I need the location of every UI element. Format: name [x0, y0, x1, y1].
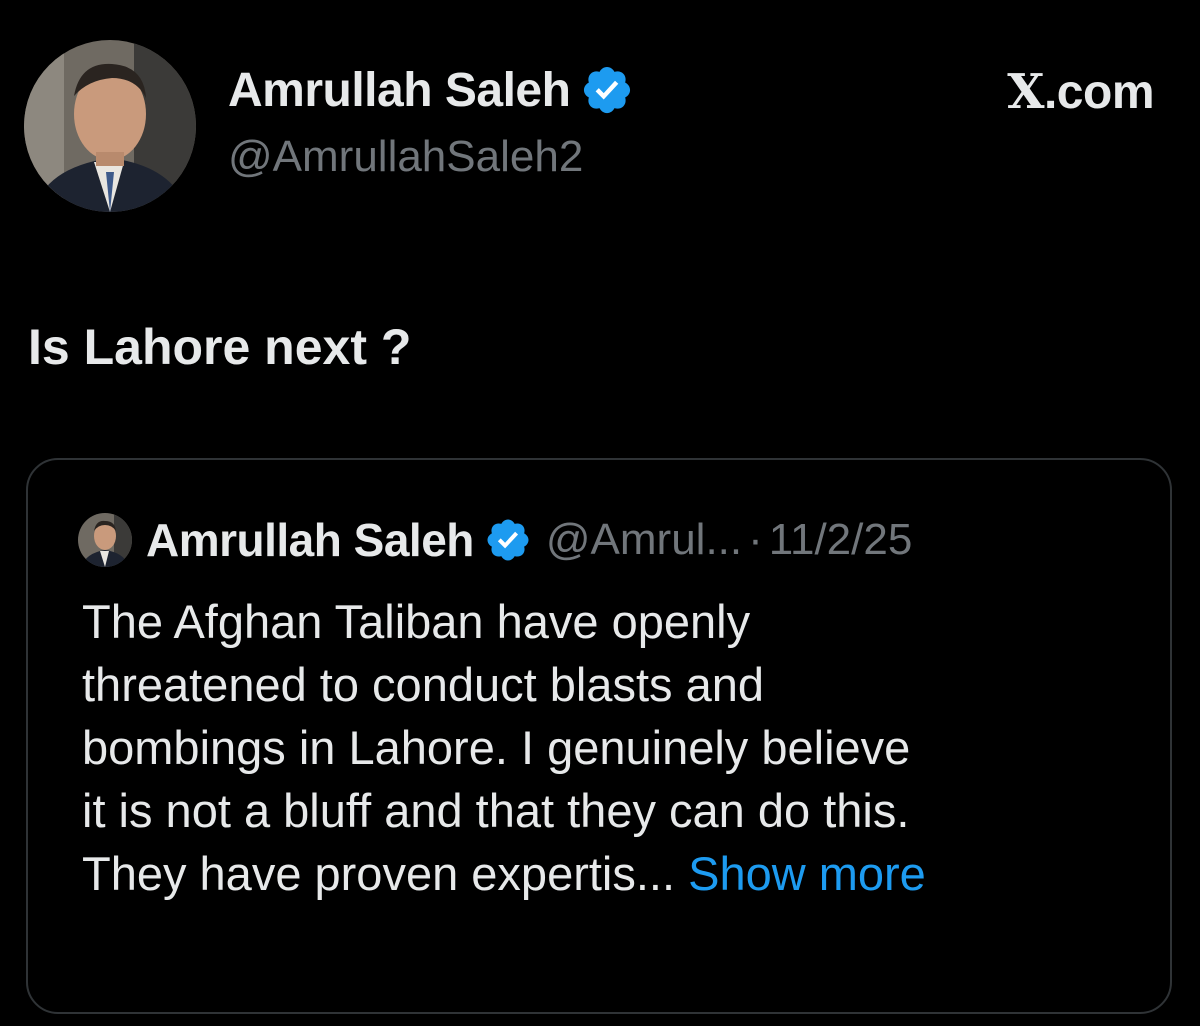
show-more-link[interactable]: Show more: [688, 847, 926, 900]
tweet-card: Amrullah Saleh @AmrullahSaleh2 X.com Is …: [0, 0, 1200, 1026]
quoted-author-handle[interactable]: @Amrul...: [546, 515, 742, 565]
quoted-tweet-truncated-text: They have proven expertis...: [82, 847, 676, 900]
quoted-tweet[interactable]: Amrullah Saleh @Amrul... · 11/2/25 The A…: [26, 458, 1172, 1014]
author-display-name[interactable]: Amrullah Saleh: [228, 63, 571, 118]
quoted-tweet-last-line: They have proven expertis... Show more: [82, 842, 1142, 905]
author-handle[interactable]: @AmrullahSaleh2: [228, 132, 583, 182]
tweet-text: Is Lahore next ?: [28, 319, 412, 375]
author-name-row: Amrullah Saleh: [228, 58, 634, 122]
quoted-author-display-name[interactable]: Amrullah Saleh: [146, 513, 474, 567]
quoted-tweet-text: The Afghan Taliban have openly threatene…: [82, 590, 1142, 905]
quoted-tweet-line: bombings in Lahore. I genuinely believe: [82, 721, 911, 774]
author-avatar[interactable]: [24, 40, 196, 212]
quoted-tweet-line: it is not a bluff and that they can do t…: [82, 784, 910, 837]
x-logo-icon: X: [1007, 64, 1044, 120]
verified-badge-icon: [584, 66, 631, 114]
site-suffix: .com: [1043, 66, 1155, 119]
site-label: X.com: [1007, 64, 1154, 120]
quoted-tweet-date[interactable]: 11/2/25: [769, 515, 913, 565]
verified-badge-icon: [487, 519, 529, 561]
quoted-author-avatar[interactable]: [78, 513, 132, 567]
quoted-tweet-header: Amrullah Saleh @Amrul... · 11/2/25: [78, 508, 912, 572]
separator-dot: ·: [748, 515, 763, 564]
quoted-tweet-line: The Afghan Taliban have openly: [82, 595, 751, 648]
quoted-tweet-line: threatened to conduct blasts and: [82, 658, 764, 711]
